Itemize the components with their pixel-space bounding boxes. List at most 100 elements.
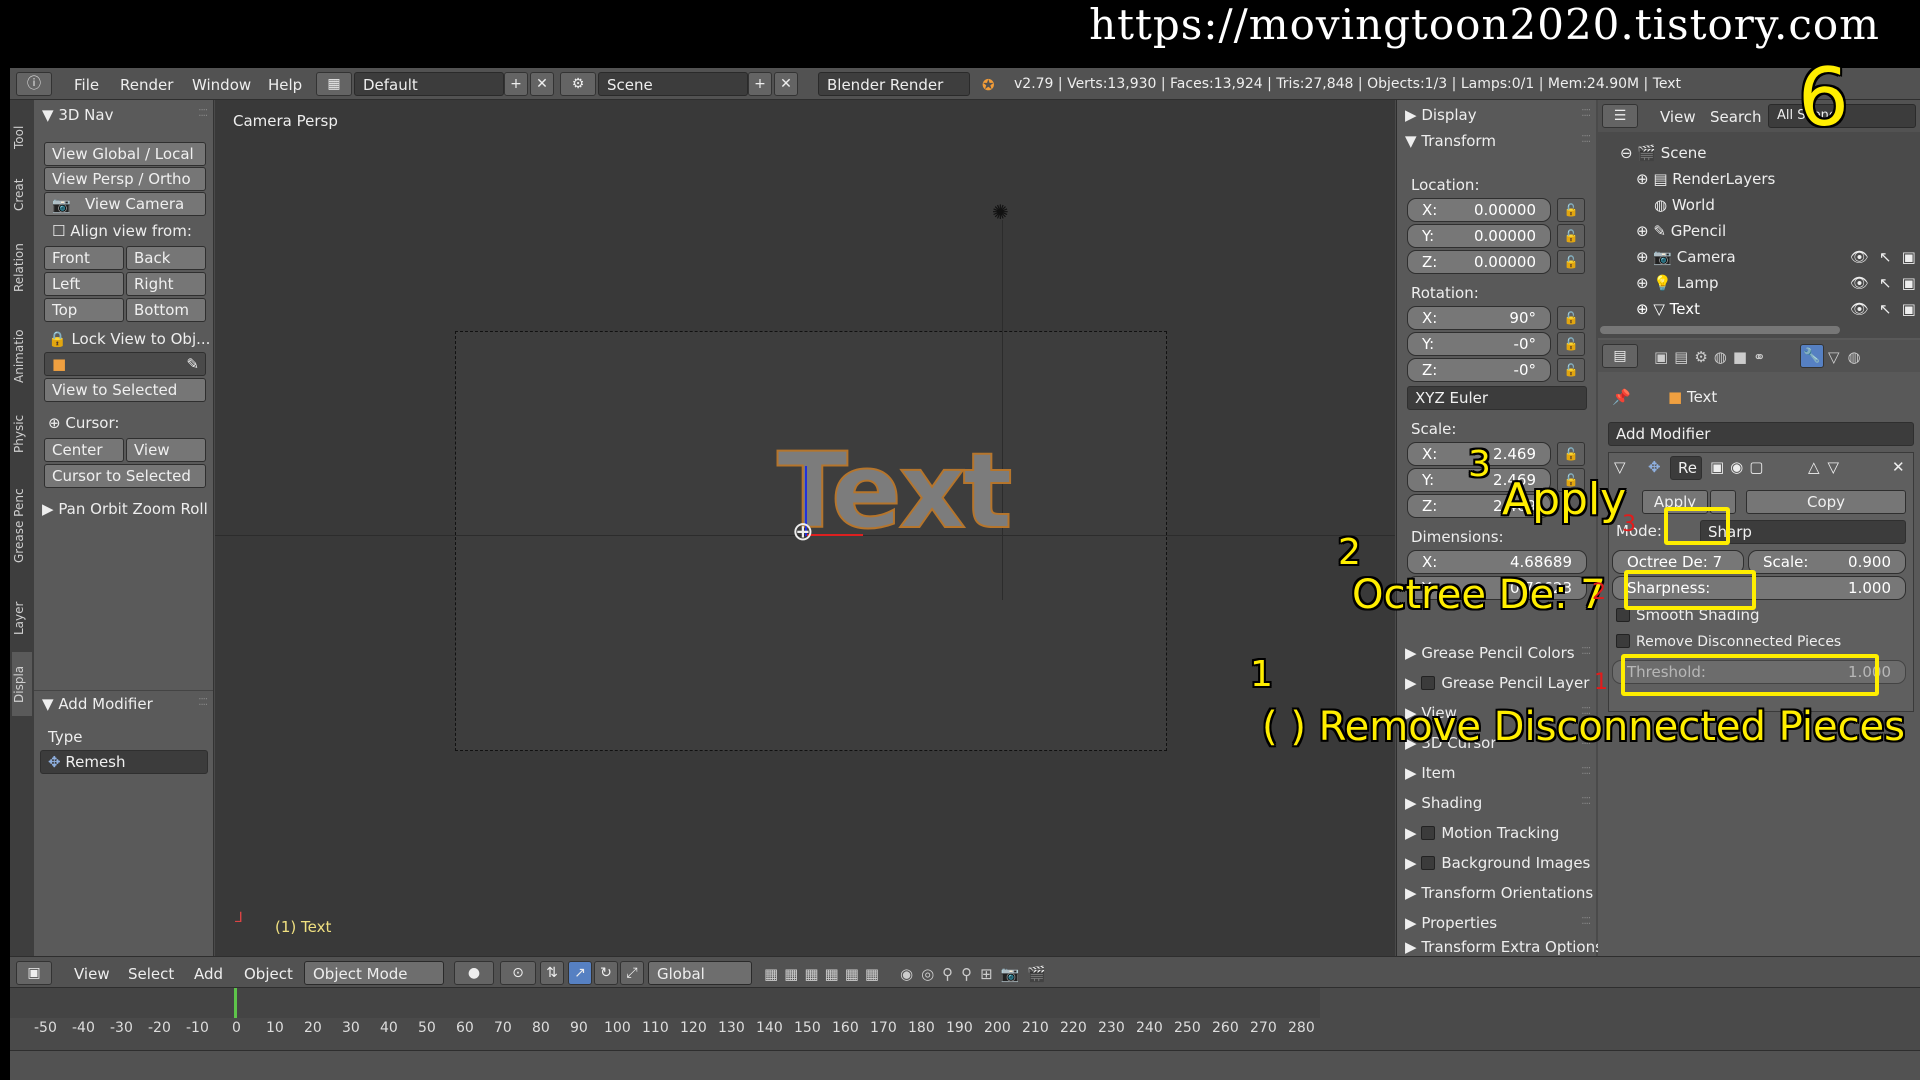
location-x-field[interactable]: X: 0.00000 — [1407, 198, 1551, 222]
outliner-renderlayers[interactable]: ⊕ ▤ RenderLayers — [1636, 170, 1775, 188]
menu-render[interactable]: Render — [120, 76, 173, 94]
checkbox[interactable] — [1421, 826, 1436, 840]
outliner-camera[interactable]: ⊕ 📷 Camera — [1636, 248, 1736, 266]
outliner-view-menu[interactable]: View — [1660, 108, 1696, 126]
rotation-x-field[interactable]: X: 90° — [1407, 306, 1551, 330]
eyedropper-icon[interactable]: ✎ — [186, 355, 199, 373]
outliner-gpencil[interactable]: ⊕ ✎ GPencil — [1636, 222, 1726, 240]
menu-file[interactable]: File — [74, 76, 99, 94]
transform-orientations-header[interactable]: ▶ Transform Orientations — [1397, 880, 1596, 906]
modifier-display-toggles[interactable]: ▣◉▢ — [1710, 458, 1769, 476]
remove-layout-icon[interactable]: ✕ — [530, 72, 554, 96]
dimension-x-field[interactable]: X: 4.68689 — [1407, 550, 1587, 574]
outliner-search-menu[interactable]: Search — [1710, 108, 1762, 126]
text-visibility-icons[interactable]: 👁↖▣ — [1850, 300, 1920, 318]
mode-select[interactable]: Object Mode — [304, 961, 444, 985]
lock-loc-x-icon[interactable]: 🔓 — [1557, 198, 1585, 222]
mode-select[interactable]: Sharp — [1700, 520, 1906, 544]
add-layout-icon[interactable]: + — [504, 72, 528, 96]
properties-context-tabs[interactable]: ▣▤⚙◍■⚭ — [1654, 348, 1772, 366]
shading-select-icon[interactable]: ● — [454, 961, 494, 985]
grease-pencil-colors-header[interactable]: ▶ Grease Pencil Colors ⁚⁚⁚⁚ — [1397, 640, 1596, 666]
back-button[interactable]: Back — [126, 246, 206, 270]
rotation-mode-select[interactable]: XYZ Euler — [1407, 386, 1587, 410]
menu-object[interactable]: Object — [244, 965, 293, 983]
x-axis-gizmo[interactable] — [807, 534, 863, 536]
menu-help[interactable]: Help — [268, 76, 302, 94]
top-button[interactable]: Top — [44, 298, 124, 322]
rotation-y-field[interactable]: Y: -0° — [1407, 332, 1551, 356]
outliner-lamp[interactable]: ⊕ 💡 Lamp — [1636, 274, 1718, 292]
copy-button[interactable]: Copy — [1746, 490, 1906, 514]
layout-field[interactable]: Default — [354, 72, 504, 96]
tab-grease-pencil[interactable]: Grease Penc — [12, 470, 32, 582]
scene-field[interactable]: Scene — [598, 72, 748, 96]
modifier-name-field[interactable]: Re — [1670, 456, 1702, 480]
lock-rot-x-icon[interactable]: 🔓 — [1557, 306, 1585, 330]
type-select[interactable]: ✥ Remesh — [40, 750, 208, 774]
pin-icon[interactable]: 📌 — [1612, 388, 1631, 406]
timeline-track[interactable] — [10, 988, 1320, 1018]
data-tab-icons[interactable]: ▽◍ — [1828, 348, 1869, 366]
cursor-view-button[interactable]: View — [126, 438, 206, 462]
rotate-icon[interactable]: ↻ — [594, 961, 618, 985]
screen-layout-icon[interactable]: ▦ — [316, 72, 352, 96]
tab-layer[interactable]: Layer — [12, 590, 32, 646]
display-panel-header[interactable]: ▶ Display ⁚⁚⁚⁚ — [1397, 102, 1596, 128]
tab-relations[interactable]: Relation — [12, 228, 32, 308]
remove-disconnected-checkbox[interactable]: Remove Disconnected Pieces — [1616, 634, 1841, 650]
move-modifier-icons[interactable]: △▽ — [1808, 458, 1847, 476]
view-to-selected-button[interactable]: View to Selected — [44, 378, 206, 402]
lock-loc-y-icon[interactable]: 🔓 — [1557, 224, 1585, 248]
translate-icon[interactable]: ↗ — [568, 961, 592, 985]
remove-scene-icon[interactable]: ✕ — [774, 72, 798, 96]
tab-tool[interactable]: Tool — [12, 112, 32, 162]
menu-window[interactable]: Window — [192, 76, 251, 94]
lock-rot-y-icon[interactable]: 🔓 — [1557, 332, 1585, 356]
left-button[interactable]: Left — [44, 272, 124, 296]
pan-orbit-panel-header[interactable]: ▶ Pan Orbit Zoom Roll — [34, 496, 213, 522]
3d-viewport[interactable]: Camera Persp ✺ Text ⊕ ⅃ (1) Text — [215, 100, 1395, 956]
right-button[interactable]: Right — [126, 272, 206, 296]
view-global-local-button[interactable]: View Global / Local — [44, 142, 206, 166]
render-engine-select[interactable]: Blender Render — [818, 72, 970, 96]
orientation-select[interactable]: Global — [648, 961, 752, 985]
add-modifier-op-header[interactable]: ▼ Add Modifier ⁚⁚⁚⁚ — [34, 690, 213, 716]
lock-rot-z-icon[interactable]: 🔓 — [1557, 358, 1585, 382]
location-y-field[interactable]: Y: 0.00000 — [1407, 224, 1551, 248]
front-button[interactable]: Front — [44, 246, 124, 270]
outliner-scene[interactable]: ⊖ 🎬 Scene — [1620, 144, 1707, 162]
properties-panel-header[interactable]: ▶ Properties ⁚⁚⁚⁚ — [1397, 910, 1596, 936]
current-frame-marker[interactable] — [234, 988, 237, 1018]
cursor-center-button[interactable]: Center — [44, 438, 124, 462]
menu-select[interactable]: Select — [128, 965, 174, 983]
outliner-world[interactable]: ◍ World — [1654, 196, 1715, 214]
background-images-header[interactable]: ▶ Background Images — [1397, 850, 1596, 876]
tab-animation[interactable]: Animatio — [12, 314, 32, 398]
lamp-visibility-icons[interactable]: 👁↖▣ — [1850, 274, 1920, 292]
camera-visibility-icons[interactable]: 👁↖▣ — [1850, 248, 1920, 266]
properties-editor-icon[interactable]: ▤ — [1602, 344, 1638, 368]
menu-add[interactable]: Add — [194, 965, 223, 983]
lock-object-field[interactable]: ■ ✎ — [44, 352, 206, 376]
scale-field[interactable]: Scale: 0.900 — [1748, 550, 1906, 574]
3d-view-editor-icon[interactable]: ▣ — [16, 961, 52, 985]
layer-buttons[interactable]: ▦▦▦▦▦▦ — [764, 965, 885, 983]
rotation-z-field[interactable]: Z: -0° — [1407, 358, 1551, 382]
3d-cursor-icon[interactable]: ⊕ — [792, 519, 814, 545]
grease-pencil-layer-header[interactable]: ▶ Grease Pencil Layer — [1397, 670, 1596, 696]
outliner-scrollbar[interactable] — [1600, 326, 1840, 334]
outliner-text[interactable]: ⊕ ▽ Text — [1636, 300, 1700, 318]
shading-panel-header[interactable]: ▶ Shading ⁚⁚⁚⁚ — [1397, 790, 1596, 816]
modifiers-tab-icon[interactable]: 🔧 — [1800, 344, 1824, 368]
checkbox[interactable] — [1421, 856, 1436, 870]
lock-loc-z-icon[interactable]: 🔓 — [1557, 250, 1585, 274]
scene-icon[interactable]: ⚙ — [560, 72, 596, 96]
cursor-to-selected-button[interactable]: Cursor to Selected — [44, 464, 206, 488]
add-modifier-select[interactable]: Add Modifier — [1608, 422, 1914, 446]
pivot-select-icon[interactable]: ⊙ — [500, 961, 536, 985]
lock-scale-x-icon[interactable]: 🔓 — [1557, 442, 1585, 466]
outliner-editor-icon[interactable]: ☰ — [1602, 104, 1638, 128]
checkbox[interactable] — [1421, 676, 1436, 690]
checkbox[interactable] — [1616, 634, 1630, 648]
